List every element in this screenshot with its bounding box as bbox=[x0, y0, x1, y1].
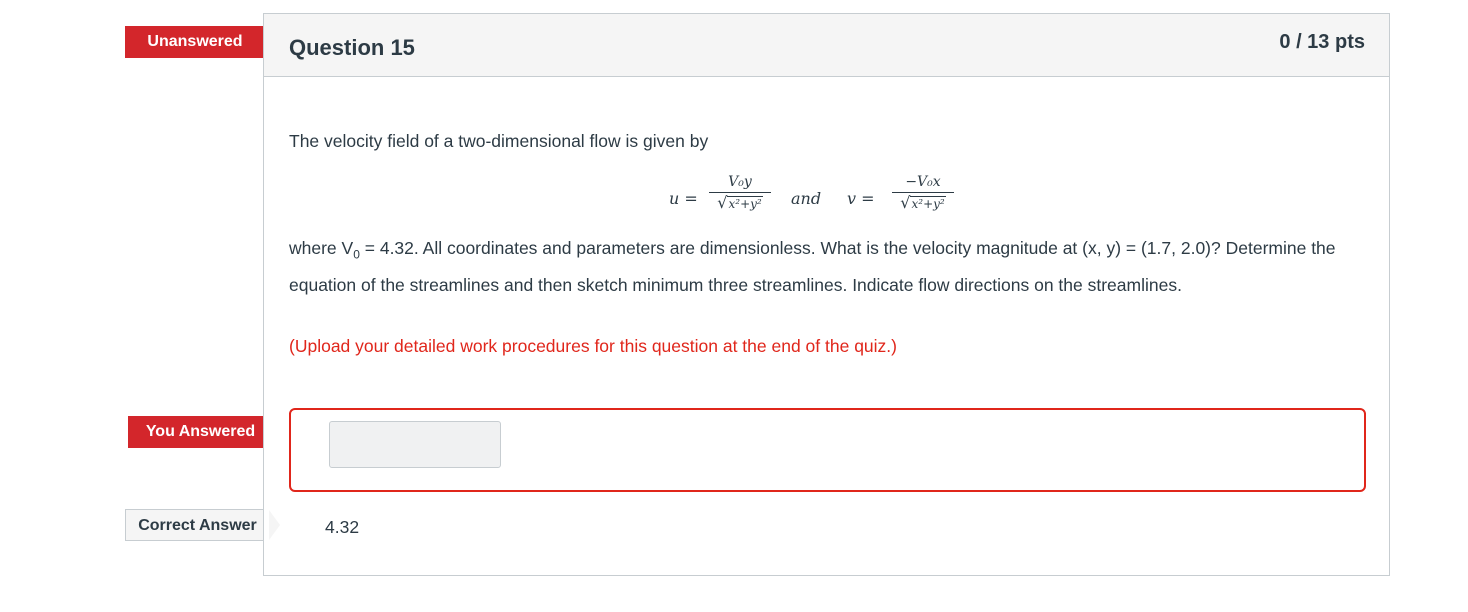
u-lhs: u = bbox=[669, 189, 698, 208]
question-points: 0 / 13 pts bbox=[1279, 31, 1365, 53]
correct-answer-value: 4.32 bbox=[325, 517, 360, 537]
u-fraction: V₀y √x²+y² bbox=[709, 174, 771, 212]
desc-pre: where V bbox=[289, 238, 354, 258]
correct-answer-tag: Correct Answer bbox=[125, 509, 282, 541]
desc-post: = 4.32. All coordinates and parameters a… bbox=[289, 238, 1336, 295]
you-answered-tag: You Answered bbox=[128, 416, 285, 448]
and-word: and bbox=[791, 189, 822, 208]
u-numerator: V₀y bbox=[728, 174, 752, 190]
v-fraction: −V₀x √x²+y² bbox=[892, 174, 954, 212]
question-card: Question 15 0 / 13 pts The velocity fiel… bbox=[263, 13, 1390, 576]
desc-sub: 0 bbox=[353, 247, 360, 262]
u-denominator: x²+y² bbox=[727, 196, 763, 211]
answer-input[interactable] bbox=[329, 421, 501, 468]
v-denominator: x²+y² bbox=[910, 196, 946, 211]
question-description: where V0 = 4.32. All coordinates and par… bbox=[289, 233, 1349, 301]
velocity-formula: u = V₀y √x²+y² and v = −V₀x √x²+y² bbox=[669, 174, 989, 232]
question-title: Question 15 bbox=[289, 35, 415, 60]
question-header: Question 15 0 / 13 pts bbox=[264, 14, 1389, 77]
v-lhs: v = bbox=[847, 189, 875, 208]
u-radical: √ bbox=[717, 193, 728, 212]
answer-box bbox=[289, 408, 1366, 492]
v-radical: √ bbox=[900, 193, 911, 212]
upload-note: (Upload your detailed work procedures fo… bbox=[289, 336, 897, 356]
v-numerator: −V₀x bbox=[905, 174, 941, 190]
unanswered-tag: Unanswered bbox=[125, 26, 277, 58]
question-intro: The velocity field of a two-dimensional … bbox=[289, 131, 709, 151]
